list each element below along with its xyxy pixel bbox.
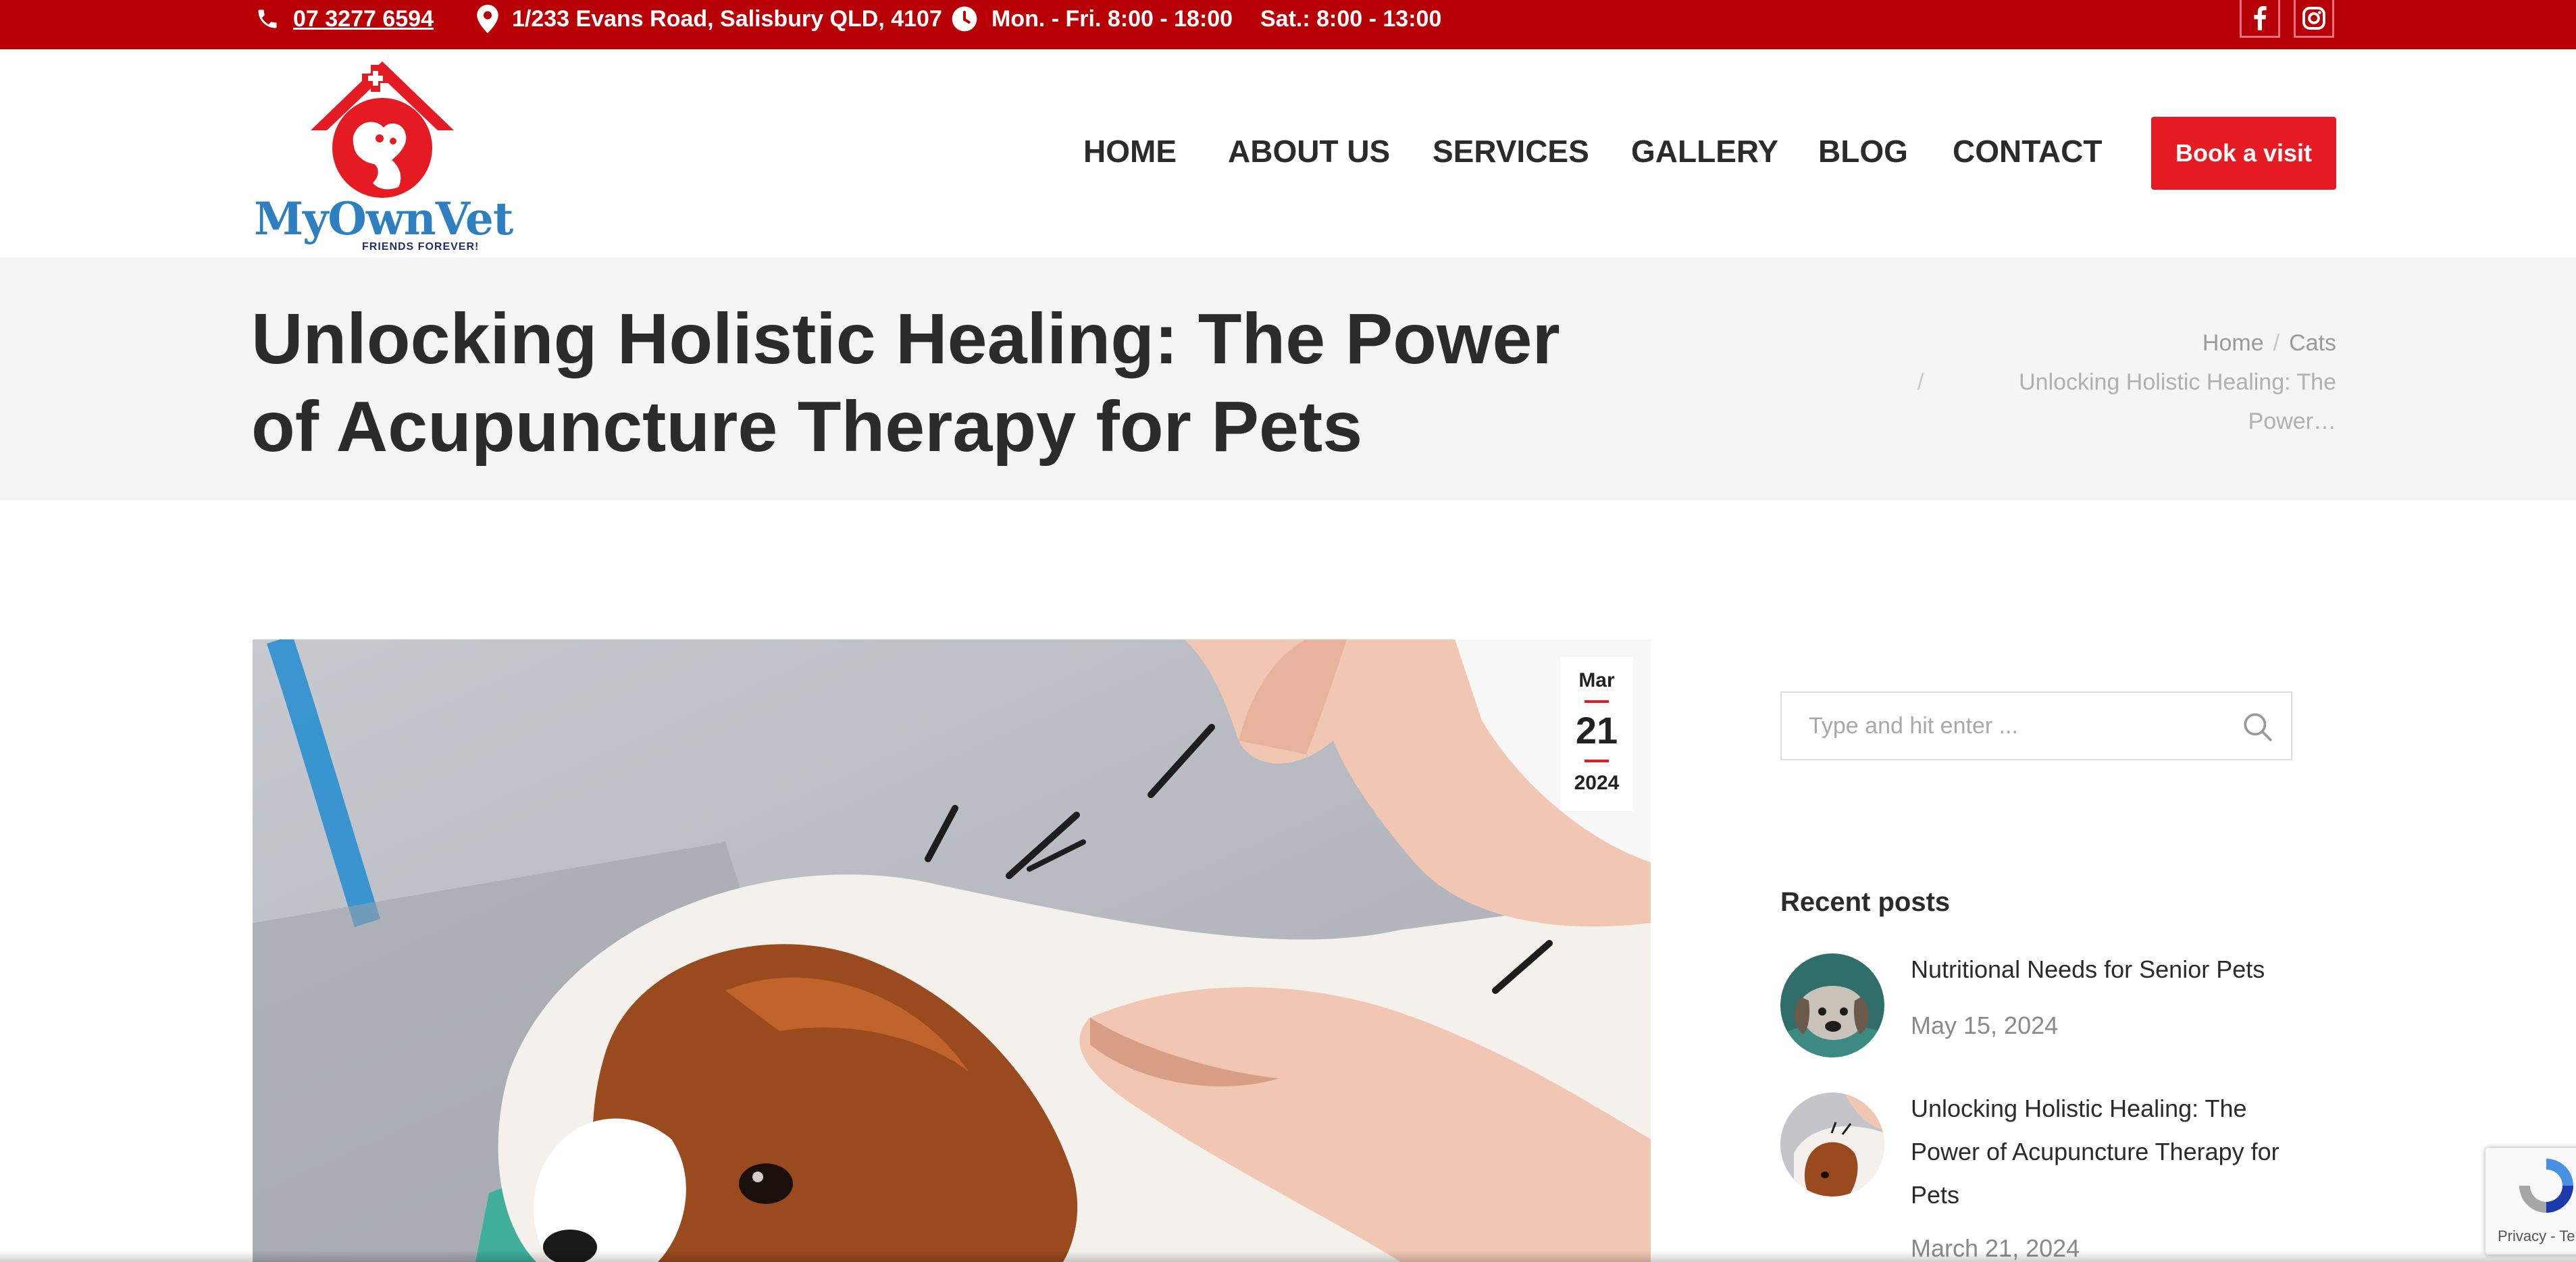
location-pin-icon <box>477 5 498 33</box>
breadcrumb-separator: / <box>1917 369 1924 395</box>
date-divider <box>1585 700 1609 703</box>
clock-icon <box>952 6 977 32</box>
bottom-shadow <box>0 1251 2576 1262</box>
sidebar-search <box>1780 691 2292 760</box>
site-logo[interactable]: MyOwnVet FRIENDS FOREVER! <box>254 57 513 257</box>
facebook-icon <box>2254 5 2267 30</box>
date-divider <box>1585 760 1609 762</box>
recaptcha-privacy-text[interactable]: Privacy - Ter <box>2498 1228 2576 1245</box>
address-text: 1/233 Evans Road, Salisbury QLD, 4107 <box>512 5 942 32</box>
date-day: 21 <box>1575 709 1618 752</box>
breadcrumb-category[interactable]: Cats <box>2289 330 2336 356</box>
nav-blog[interactable]: BLOG <box>1818 133 1908 169</box>
recent-post-title[interactable]: Nutritional Needs for Senior Pets <box>1911 948 2316 991</box>
house-cross-logo-icon <box>311 61 454 198</box>
address-item: 1/233 Evans Road, Salisbury QLD, 4107 <box>477 0 942 38</box>
recent-post-date: May 15, 2024 <box>1911 1011 2059 1039</box>
recaptcha-icon <box>2519 1159 2573 1213</box>
hours-item: Mon. - Fri. 8:00 - 18:00 <box>951 0 1233 38</box>
featured-image <box>253 639 1651 1262</box>
nav-home[interactable]: HOME <box>1083 133 1177 169</box>
breadcrumb: Home / Cats / Unlocking Holistic Healing: … <box>1917 323 2336 441</box>
book-a-visit-button[interactable]: Book a visit <box>2151 117 2336 190</box>
date-month: Mar <box>1578 669 1615 691</box>
site-header: MyOwnVet FRIENDS FOREVER! HOME ABOUT US … <box>0 49 2576 257</box>
dog-acupuncture-photo <box>253 639 1651 1262</box>
saturday-hours-text: Sat.: 8:00 - 13:00 <box>1260 5 1442 32</box>
search-input[interactable] <box>1782 693 2241 759</box>
recent-posts-heading: Recent posts <box>1780 887 1951 917</box>
nav-gallery[interactable]: GALLERY <box>1631 133 1778 169</box>
phone-icon <box>258 9 277 28</box>
recaptcha-badge[interactable]: Privacy - Ter <box>2485 1148 2576 1255</box>
breadcrumb-separator: / <box>2273 330 2280 356</box>
nav-about-us[interactable]: ABOUT US <box>1228 133 1390 169</box>
logo-wordmark: MyOwnVet <box>254 192 513 245</box>
logo-tagline: FRIENDS FOREVER! <box>362 241 480 253</box>
acupuncture-dog-thumbnail <box>1780 1093 1884 1197</box>
post-date-badge: Mar 21 2024 <box>1560 657 1633 811</box>
phone-link[interactable]: 07 3277 6594 <box>255 0 434 38</box>
nav-services[interactable]: SERVICES <box>1433 133 1589 169</box>
recent-post-title[interactable]: Unlocking Holistic Healing: The Power of… <box>1911 1087 2316 1217</box>
phone-number[interactable]: 07 3277 6594 <box>293 6 434 32</box>
recent-post-thumbnail[interactable] <box>1780 953 1884 1057</box>
senior-dog-thumbnail <box>1780 953 1884 1057</box>
facebook-link[interactable] <box>2240 0 2280 38</box>
nav-contact[interactable]: CONTACT <box>1953 133 2102 169</box>
page-title-band: Unlocking Holistic Healing: The Power of… <box>0 257 2576 500</box>
instagram-icon <box>2302 6 2325 30</box>
breadcrumb-home[interactable]: Home <box>2203 330 2264 356</box>
weekday-hours: Mon. - Fri. 8:00 - 18:00 <box>991 5 1233 32</box>
search-icon[interactable] <box>2241 710 2275 744</box>
instagram-link[interactable] <box>2294 0 2334 38</box>
recent-post-thumbnail[interactable] <box>1780 1093 1884 1197</box>
top-info-bar: 07 3277 6594 1/233 Evans Road, Salisbury… <box>0 0 2576 49</box>
breadcrumb-current: Unlocking Holistic Healing: The Power… <box>2019 369 2336 434</box>
date-year: 2024 <box>1574 772 1620 794</box>
page-title: Unlocking Holistic Healing: The Power of… <box>251 299 1560 467</box>
saturday-hours: Sat.: 8:00 - 13:00 <box>1260 0 1441 38</box>
